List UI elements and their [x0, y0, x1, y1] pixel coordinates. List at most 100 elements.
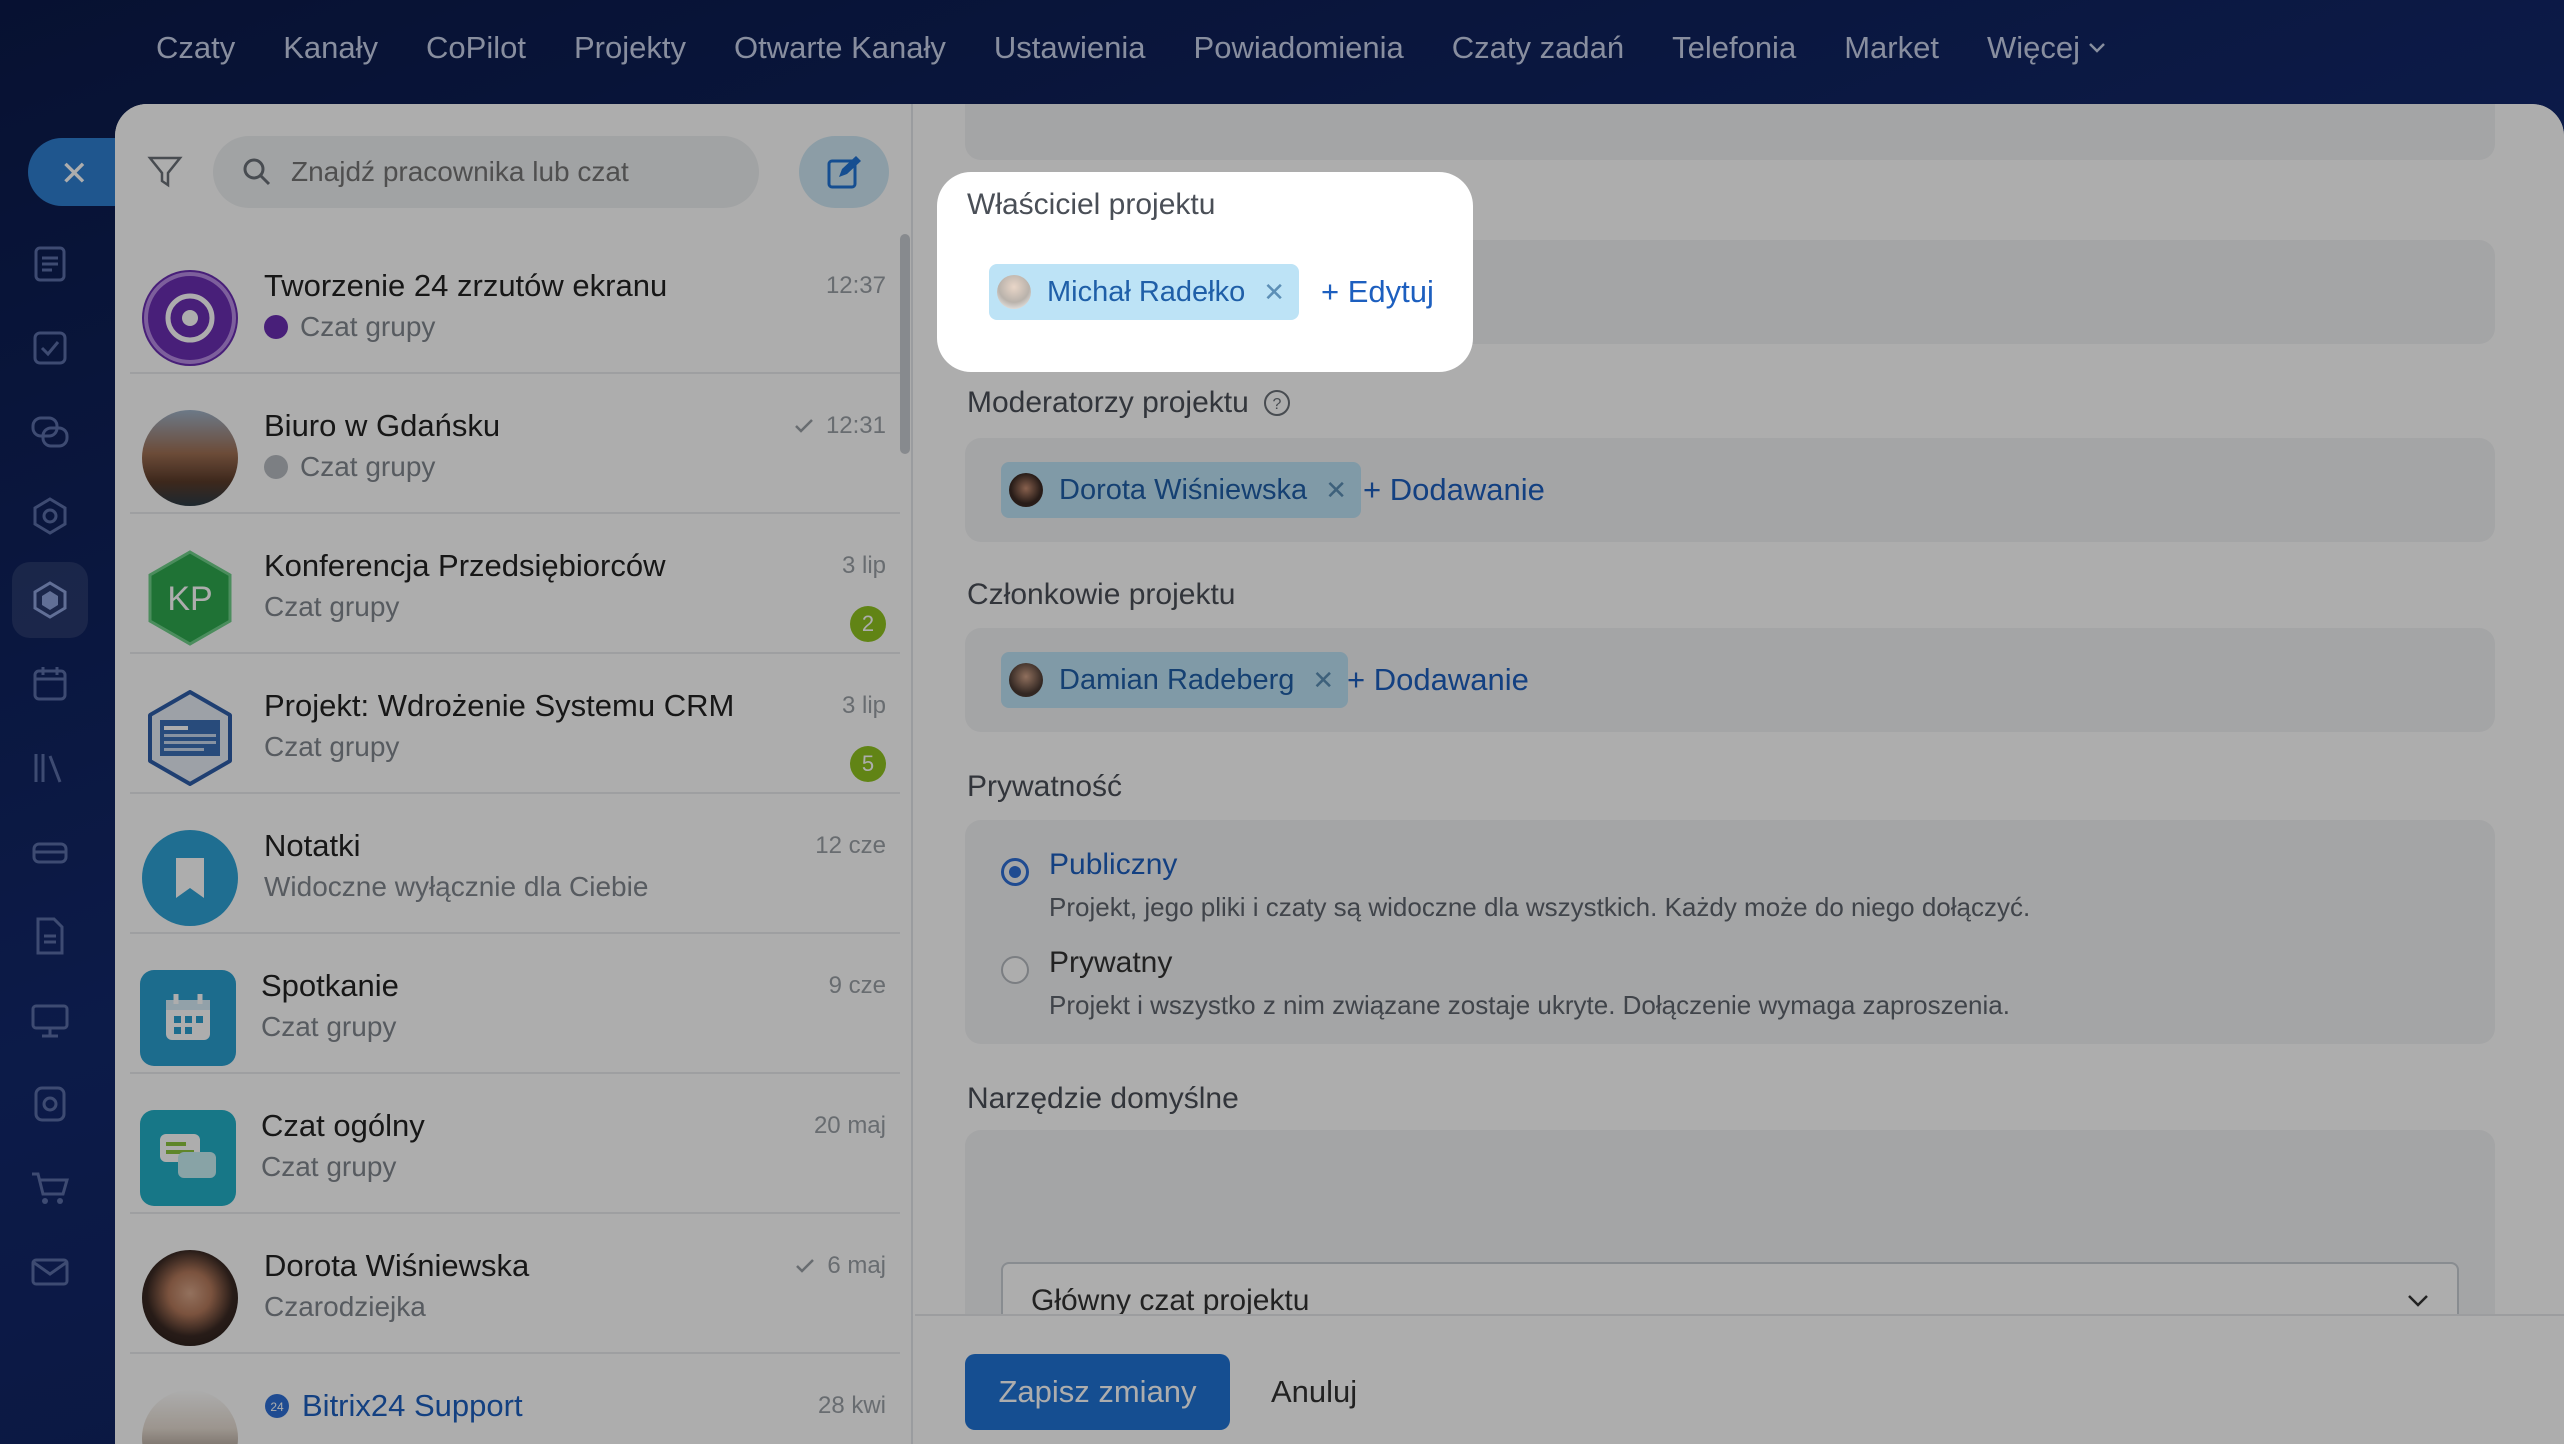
filter-icon[interactable] [145, 152, 185, 192]
bookmark-icon [176, 858, 204, 898]
nav-item-kanaly[interactable]: Kanały [283, 30, 378, 66]
moderators-field-box[interactable]: Dorota Wiśniewska ✕ + Dodawanie [965, 438, 2495, 542]
chat-list-scrollbar[interactable] [900, 234, 910, 454]
sites-icon[interactable] [28, 998, 72, 1042]
close-icon: ✕ [60, 155, 89, 193]
nav-item-czaty[interactable]: Czaty [156, 30, 235, 66]
chat-item-notatki[interactable]: Notatki Widoczne wyłącznie dla Ciebie 12… [130, 794, 900, 934]
member-avatar [1009, 663, 1043, 697]
automation-icon[interactable] [28, 1082, 72, 1126]
moderators-label-text: Moderatorzy projektu [967, 386, 1249, 419]
edit-owner-link[interactable]: + Edytuj [1321, 274, 1434, 310]
chat-item-dorota[interactable]: Dorota Wiśniewska Czarodziejka 6 maj [130, 1214, 900, 1354]
shop-icon[interactable] [28, 1166, 72, 1210]
calendar-avatar [140, 970, 236, 1066]
support-badge-icon: 24 [265, 1394, 289, 1418]
chat-name: Notatki [264, 828, 361, 863]
nav-item-market[interactable]: Market [1844, 30, 1939, 66]
tasks-icon[interactable] [28, 326, 72, 370]
knowledge-icon[interactable] [28, 746, 72, 790]
copilot-avatar [142, 270, 238, 366]
members-field-box[interactable]: Damian Radeberg ✕ + Dodawanie [965, 628, 2495, 732]
privacy-public-title[interactable]: Publiczny [1049, 848, 1177, 882]
crm-icon[interactable] [28, 830, 72, 874]
nav-item-otwarte-kanaly[interactable]: Otwarte Kanały [734, 30, 946, 66]
compose-button[interactable] [799, 136, 889, 208]
unread-badge: 5 [850, 746, 886, 782]
chat-name: Konferencja Przedsiębiorców [264, 548, 666, 583]
nav-item-projekty[interactable]: Projekty [574, 30, 686, 66]
nav-item-czaty-zadan[interactable]: Czaty zadań [1452, 30, 1624, 66]
privacy-private-title[interactable]: Prywatny [1049, 946, 1172, 980]
calendar-icon[interactable] [28, 662, 72, 706]
chat-name: Projekt: Wdrożenie Systemu CRM [264, 688, 735, 723]
cancel-button[interactable]: Anuluj [1271, 1354, 1357, 1430]
chat-item-czat-ogolny[interactable]: Czat ogólny Czat grupy 20 maj [130, 1074, 900, 1214]
moderators-label: Moderatorzy projektu ? [967, 386, 1291, 420]
previous-field-box [965, 104, 2495, 160]
documents-icon[interactable] [28, 914, 72, 958]
save-button[interactable]: Zapisz zmiany [965, 1354, 1230, 1430]
owner-name: Michał Radełko [1047, 275, 1246, 308]
chat-item-tworzenie[interactable]: Tworzenie 24 zrzutów ekranu Czat grupy 1… [130, 234, 900, 374]
remove-icon[interactable]: ✕ [1325, 475, 1347, 506]
add-moderator-link[interactable]: + Dodawanie [1363, 472, 1545, 508]
chat-item-spotkanie[interactable]: Spotkanie Czat grupy 9 cze [130, 934, 900, 1074]
chat-name: Dorota Wiśniewska [264, 1248, 530, 1283]
moderator-name: Dorota Wiśniewska [1059, 473, 1308, 506]
nav-item-ustawienia[interactable]: Ustawienia [994, 30, 1146, 66]
chat-subtitle: Czat grupy [264, 311, 435, 343]
moderator-chip[interactable]: Dorota Wiśniewska ✕ [1001, 462, 1361, 518]
members-label: Członkowie projektu [967, 578, 1236, 611]
chat-time: 20 maj [813, 1112, 886, 1139]
chat-subtitle: Czat grupy [261, 1011, 397, 1042]
copilot-icon[interactable] [28, 494, 72, 538]
chat-item-konferencja[interactable]: KP Konferencja Przedsiębiorców Czat grup… [130, 514, 900, 654]
mail-icon[interactable] [28, 1250, 72, 1294]
check-icon [796, 1259, 815, 1273]
top-navigation: Czaty Kanały CoPilot Projekty Otwarte Ka… [0, 0, 2564, 96]
owner-label: Właściciel projektu [967, 188, 1216, 221]
copilot-mini-icon [264, 315, 288, 339]
chat-item-biuro-gdansk[interactable]: Biuro w Gdańsku Czat grupy 12:31 [130, 374, 900, 514]
chat-time-text: 12:31 [825, 412, 886, 439]
chat-item-bitrix-support[interactable]: 24 Bitrix24 Support 28 kwi [130, 1354, 900, 1444]
privacy-public-radio[interactable] [1001, 858, 1029, 886]
search-box[interactable] [213, 136, 759, 208]
unread-badge: 2 [850, 606, 886, 642]
nav-item-more[interactable]: Więcej [1987, 30, 2106, 66]
chat-bubbles-avatar [140, 1110, 236, 1206]
chat-list-toolbar [115, 104, 913, 234]
privacy-public-desc: Projekt, jego pliki i czaty są widoczne … [1049, 892, 2031, 922]
chat-subtitle: Czat grupy [264, 451, 435, 483]
projects-icon-active[interactable] [12, 562, 88, 638]
chat-item-projekt-crm[interactable]: Projekt: Wdrożenie Systemu CRM Czat grup… [130, 654, 900, 794]
moderator-avatar [1009, 473, 1043, 507]
feed-icon[interactable] [28, 242, 72, 286]
person-avatar [142, 1250, 238, 1346]
left-rail: ✕ [0, 130, 148, 1444]
member-chip[interactable]: Damian Radeberg ✕ [1001, 652, 1349, 708]
chats-icon[interactable] [28, 410, 72, 454]
chat-name: Spotkanie [261, 968, 399, 1003]
help-icon[interactable]: ? [1263, 389, 1291, 417]
owner-field-box-highlight[interactable]: Michał Radełko ✕ + Edytuj [967, 240, 1443, 344]
remove-icon[interactable]: ✕ [1263, 277, 1285, 308]
chat-subtitle: Czat grupy [264, 731, 400, 762]
remove-icon[interactable]: ✕ [1312, 665, 1334, 696]
search-input[interactable] [291, 136, 731, 208]
nav-item-telefonia[interactable]: Telefonia [1672, 30, 1796, 66]
owner-chip[interactable]: Michał Radełko ✕ [989, 264, 1300, 320]
chevron-down-icon [2408, 1295, 2428, 1307]
nav-item-copilot[interactable]: CoPilot [426, 30, 526, 66]
member-name: Damian Radeberg [1059, 663, 1295, 696]
chat-time: 3 lip [841, 552, 886, 579]
initials-avatar: KP [142, 550, 238, 646]
add-member-link[interactable]: + Dodawanie [1347, 662, 1529, 698]
nav-item-powiadomienia[interactable]: Powiadomienia [1194, 30, 1404, 66]
nav-item-more-label: Więcej [1986, 30, 2080, 65]
chat-name: Tworzenie 24 zrzutów ekranu [264, 268, 668, 303]
privacy-private-radio[interactable] [1001, 956, 1029, 984]
search-icon [243, 158, 271, 186]
chat-name: Czat ogólny [261, 1108, 425, 1143]
